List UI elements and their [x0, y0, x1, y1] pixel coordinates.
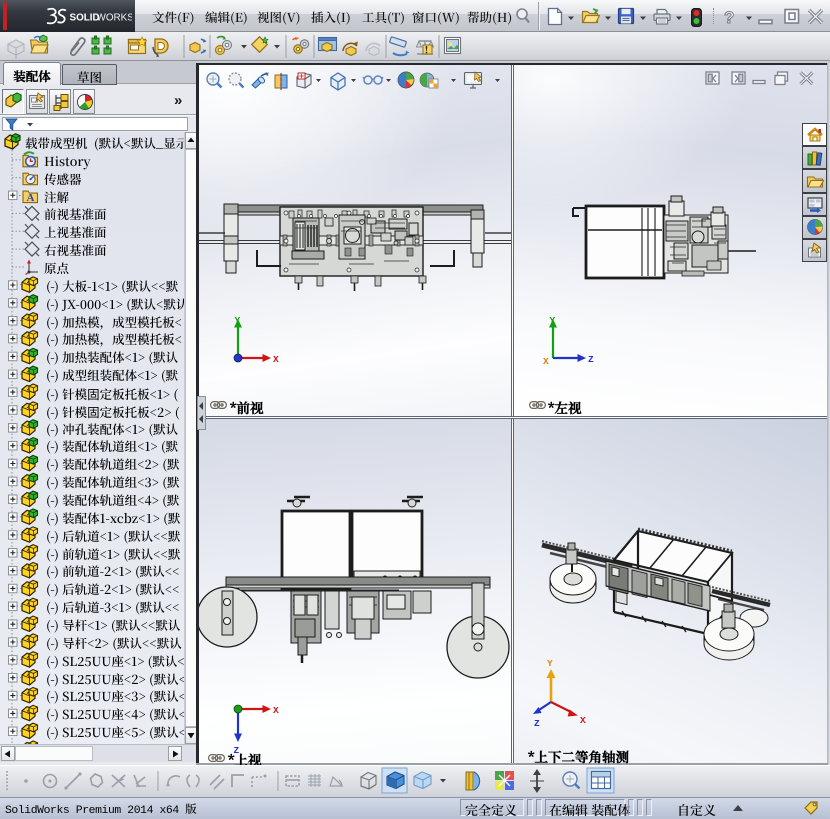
- svg-text:A: A: [27, 192, 35, 204]
- svg-text:X: X: [580, 715, 586, 726]
- svg-text:X: X: [273, 354, 279, 365]
- svg-text:Y: Y: [550, 315, 556, 326]
- svg-text:Z: Z: [588, 354, 594, 365]
- svg-text:!: !: [425, 43, 428, 56]
- svg-text:X: X: [543, 356, 549, 366]
- svg-text:Y: Y: [547, 658, 553, 669]
- svg-text:Z: Z: [534, 718, 540, 727]
- svg-text:SOLID: SOLID: [70, 12, 100, 23]
- svg-text:?: ?: [724, 8, 734, 26]
- svg-text:WORKS: WORKS: [97, 12, 133, 23]
- svg-text:Y: Y: [235, 315, 241, 326]
- svg-text:X: X: [273, 705, 279, 716]
